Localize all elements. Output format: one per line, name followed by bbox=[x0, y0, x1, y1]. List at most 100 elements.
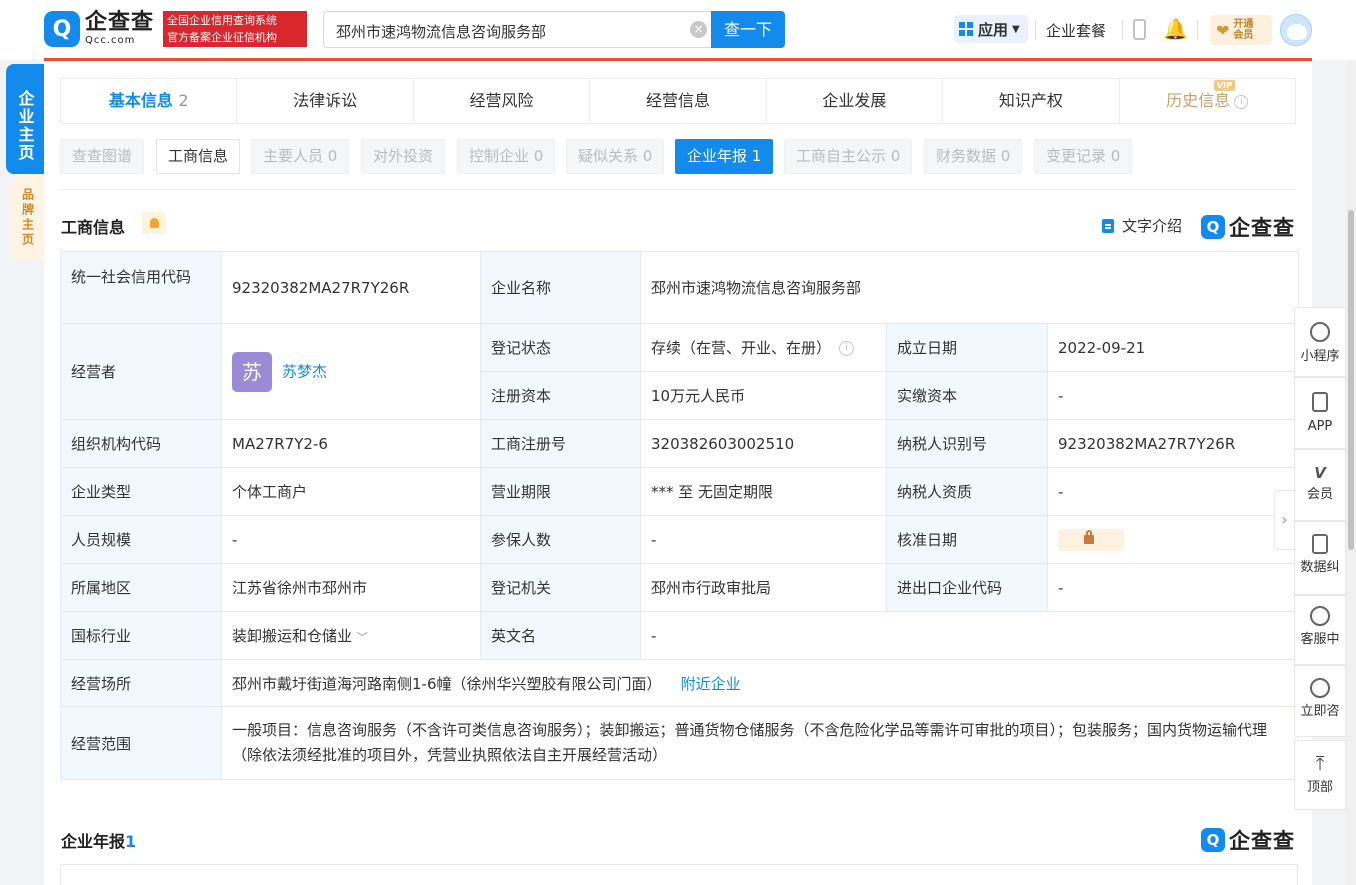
subtab-investment[interactable]: 对外投资 bbox=[361, 139, 446, 174]
industry-cell[interactable]: 装卸搬运和仓储业 ﹀ bbox=[221, 611, 481, 660]
subtab-business-info[interactable]: 工商信息 bbox=[156, 139, 241, 174]
back-to-top-button[interactable]: ⤒ 顶部 bbox=[1294, 740, 1346, 810]
open-vip-button[interactable]: ❤ 开通 会员 bbox=[1210, 15, 1272, 45]
vip-line2: 会员 bbox=[1233, 30, 1254, 41]
scrollbar-thumb[interactable] bbox=[1348, 210, 1354, 550]
phone-icon bbox=[1312, 392, 1328, 412]
cell-label: 纳税人识别号 bbox=[886, 419, 1048, 468]
logo-mark-icon: Q bbox=[1201, 215, 1225, 239]
address-cell: 邳州市戴圩街道海河路南侧1-6幢（徐州华兴塑胶有限公司门面） 附近企业 bbox=[220, 659, 1300, 707]
subtab-financial[interactable]: 财务数据 0 bbox=[924, 139, 1023, 174]
industry-value: 装卸搬运和仓储业 bbox=[232, 627, 353, 645]
brand-text: 企查查 bbox=[1229, 829, 1295, 853]
clear-icon[interactable]: × bbox=[690, 21, 707, 38]
tax-id: 92320382MA27R7Y26R bbox=[1046, 419, 1300, 468]
subtab-changes[interactable]: 变更记录 0 bbox=[1034, 139, 1133, 174]
cell-label: 经营场所 bbox=[60, 659, 222, 707]
cell-label: 经营范围 bbox=[60, 706, 222, 780]
reg-no: 320382603002510 bbox=[640, 419, 887, 468]
enterprise-package-link[interactable]: 企业套餐 bbox=[1046, 20, 1106, 41]
chat-icon bbox=[1310, 678, 1330, 698]
import-code: - bbox=[1046, 563, 1300, 612]
consult-button[interactable]: 立即咨询 bbox=[1294, 665, 1346, 737]
main-tabs: 基本信息 2 法律诉讼 经营风险 经营信息 企业发展 知识产权 历史信息 i VIP bbox=[60, 78, 1296, 124]
cell-label: 注册资本 bbox=[480, 371, 641, 420]
document-icon bbox=[1102, 218, 1114, 233]
logo-cn: 企查查 bbox=[85, 10, 155, 35]
subtab-controlled[interactable]: 控制企业 0 bbox=[457, 139, 556, 174]
search-button[interactable]: 查一下 bbox=[711, 11, 785, 48]
text-intro-label: 文字介绍 bbox=[1122, 217, 1183, 235]
search-input[interactable]: 邳州市速鸿物流信息咨询服务部 × bbox=[323, 11, 713, 48]
found-date: 2022-09-21 bbox=[1046, 323, 1300, 372]
subtab-self-disclosure[interactable]: 工商自主公示 0 bbox=[784, 139, 913, 174]
app-label: 应用 bbox=[978, 20, 1009, 39]
nearby-companies-link[interactable]: 附近企业 bbox=[681, 675, 741, 693]
main-panel: 基本信息 2 法律诉讼 经营风险 经营信息 企业发展 知识产权 历史信息 i VIP… bbox=[44, 61, 1312, 885]
customer-service-button[interactable]: 客服中心 bbox=[1294, 595, 1346, 665]
mobile-icon[interactable] bbox=[1133, 19, 1146, 40]
cell-label: 企业类型 bbox=[60, 467, 222, 516]
operator-avatar: 苏 bbox=[232, 351, 272, 392]
tab-ip[interactable]: 知识产权 bbox=[943, 79, 1120, 123]
vip-line1: 开通 bbox=[1233, 19, 1254, 30]
operator-link[interactable]: 苏梦杰 bbox=[282, 362, 327, 380]
mini-program-button[interactable]: 小程序 bbox=[1294, 307, 1346, 377]
logo-en: Qcc.com bbox=[85, 35, 136, 46]
vip-member-button[interactable]: V 会员 bbox=[1294, 449, 1346, 521]
subtab-annual-report[interactable]: 企业年报 1 bbox=[675, 139, 774, 174]
tab-risk[interactable]: 经营风险 bbox=[414, 79, 591, 123]
chevron-down-icon: ﹀ bbox=[356, 631, 368, 644]
edit-icon bbox=[1312, 534, 1328, 554]
qcc-logo[interactable]: Q 企查查 Qcc.com bbox=[44, 11, 154, 47]
official-badge: 全国企业信用查询系统 官方备案企业征信机构 bbox=[163, 11, 307, 47]
arrow-up-icon: ⤒ bbox=[1315, 751, 1325, 775]
app-download-button[interactable]: APP bbox=[1294, 377, 1346, 449]
info-icon: i bbox=[1234, 94, 1249, 109]
data-correction-button[interactable]: 数据纠错 bbox=[1294, 521, 1346, 595]
tab-basic-info[interactable]: 基本信息 2 bbox=[61, 79, 238, 123]
subtab-graph[interactable]: 查查图谱 bbox=[60, 139, 145, 174]
cell-label: 纳税人资质 bbox=[886, 467, 1048, 516]
cell-label: 实缴资本 bbox=[886, 371, 1048, 420]
user-avatar[interactable] bbox=[1280, 14, 1312, 46]
address-value: 邳州市戴圩街道海河路南侧1-6幢（徐州华兴塑胶有限公司门面） bbox=[232, 674, 662, 693]
brand-home-tag[interactable]: 品牌主页 bbox=[12, 176, 44, 260]
subtab-key-people[interactable]: 主要人员 0 bbox=[251, 139, 350, 174]
cell-label: 企业名称 bbox=[480, 251, 641, 324]
info-icon[interactable]: i bbox=[839, 341, 855, 356]
cell-label: 成立日期 bbox=[886, 323, 1048, 372]
tab-legal[interactable]: 法律诉讼 bbox=[237, 79, 414, 123]
company-name: 邳州市速鸿物流信息咨询服务部 bbox=[639, 251, 1300, 324]
status-value: 存续（在营、开业、在册） bbox=[651, 339, 832, 357]
cell-label: 所属地区 bbox=[60, 563, 222, 612]
bell-icon[interactable] bbox=[142, 212, 166, 234]
tab-history[interactable]: 历史信息 i VIP bbox=[1120, 79, 1295, 123]
caret-down-icon: ▼ bbox=[1012, 23, 1020, 35]
business-scope: 一般项目：信息咨询服务（不含许可类信息咨询服务）；装卸搬运；普通货物仓储服务（不… bbox=[220, 706, 1300, 780]
vip-icon: V bbox=[1314, 464, 1326, 482]
paid-capital: - bbox=[1046, 371, 1300, 420]
company-home-tag[interactable]: 企业主页 bbox=[6, 64, 44, 174]
credit-code: 92320382MA27R7Y26R bbox=[221, 251, 481, 324]
company-type: 个体工商户 bbox=[221, 467, 481, 516]
cell-label: 营业期限 bbox=[480, 467, 641, 516]
collapse-arrow-icon[interactable]: › bbox=[1274, 490, 1294, 550]
badge-line1: 全国企业信用查询系统 bbox=[167, 14, 277, 27]
cell-label: 统一社会信用代码 bbox=[60, 251, 222, 324]
tab-operation[interactable]: 经营信息 bbox=[590, 79, 767, 123]
app-menu-button[interactable]: 应用 ▼ bbox=[954, 15, 1028, 43]
lock-icon[interactable] bbox=[1058, 528, 1124, 551]
business-term: *** 至 无固定期限 bbox=[640, 467, 887, 516]
cell-label: 人员规模 bbox=[60, 515, 222, 564]
english-name: - bbox=[639, 611, 1300, 660]
subtab-relations[interactable]: 疑似关系 0 bbox=[566, 139, 665, 174]
authority: 邳州市行政审批局 bbox=[640, 563, 887, 612]
capital: 10万元人民币 bbox=[640, 371, 887, 420]
bell-icon[interactable]: 🔔 bbox=[1163, 17, 1188, 41]
logo-mark-icon: Q bbox=[1201, 828, 1225, 852]
text-intro-link[interactable]: 文字介绍 bbox=[1102, 215, 1182, 236]
tab-development[interactable]: 企业发展 bbox=[767, 79, 944, 123]
logo-mark-icon: Q bbox=[44, 11, 80, 47]
annual-report-box bbox=[60, 864, 1298, 885]
